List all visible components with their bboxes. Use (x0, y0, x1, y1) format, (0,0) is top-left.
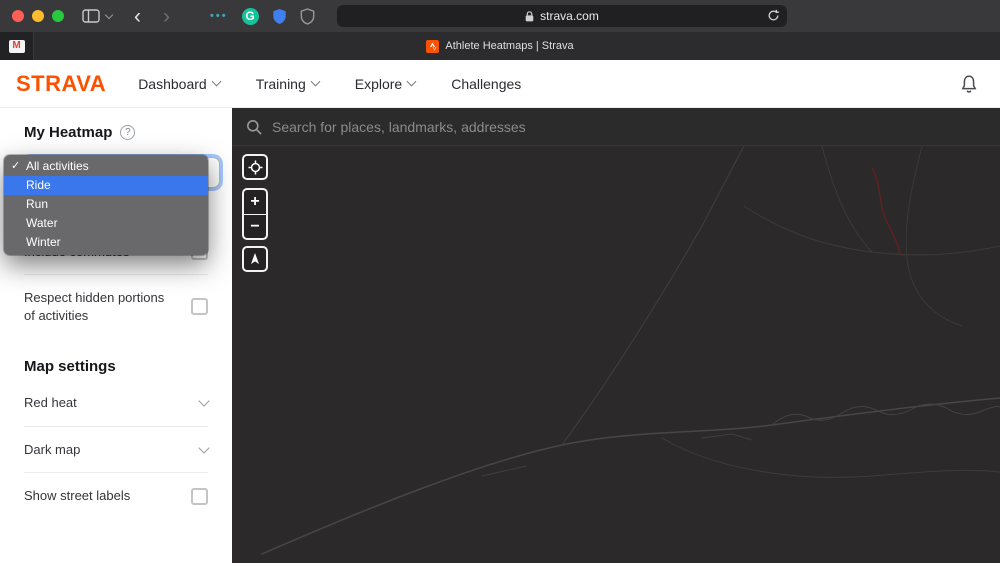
lock-icon (525, 11, 534, 22)
check-icon: ✓ (11, 157, 20, 176)
hidden-portions-checkbox[interactable] (191, 298, 208, 315)
dropdown-option-label: Water (26, 216, 58, 230)
strava-header: STRAVA Dashboard Training Explore Challe… (0, 60, 1000, 108)
map-region: + − (232, 108, 1000, 563)
notifications-bell-icon[interactable] (960, 74, 978, 94)
map-style-select[interactable]: Dark map (24, 427, 208, 474)
map-settings-title: Map settings (24, 358, 208, 376)
chevron-down-icon (211, 77, 221, 87)
active-tab[interactable]: Athlete Heatmaps | Strava (0, 32, 1000, 60)
pinned-tab-gmail[interactable]: M (0, 32, 34, 60)
map-style-value: Dark map (24, 441, 80, 459)
back-button[interactable]: ‹ (134, 6, 141, 27)
dropdown-option-water[interactable]: Water (4, 214, 208, 233)
browser-toolbar: ‹ › ••• G strava.com (0, 0, 1000, 32)
dropdown-option-label: Run (26, 197, 48, 211)
dropdown-option-run[interactable]: Run (4, 195, 208, 214)
chevron-down-icon (198, 442, 209, 453)
close-window-button[interactable] (12, 10, 24, 22)
grammarly-extension-icon[interactable]: G (242, 8, 259, 25)
chevron-down-icon (198, 395, 209, 406)
map-roads (232, 146, 1000, 563)
nav-dashboard[interactable]: Dashboard (138, 76, 220, 92)
dropdown-option-label: All activities (26, 159, 89, 173)
dropdown-option-winter[interactable]: Winter (4, 233, 208, 252)
help-icon[interactable]: ? (120, 125, 135, 140)
window-controls (12, 10, 64, 22)
extensions-overflow-icon[interactable]: ••• (210, 10, 228, 22)
address-bar[interactable]: strava.com (337, 5, 787, 27)
main-nav: Dashboard Training Explore Challenges (138, 76, 521, 92)
option-label: Show street labels (24, 487, 130, 505)
heat-color-value: Red heat (24, 394, 77, 412)
street-labels-checkbox[interactable] (191, 488, 208, 505)
zoom-window-button[interactable] (52, 10, 64, 22)
sidebar-toggle-icon[interactable] (82, 9, 100, 23)
minimize-window-button[interactable] (32, 10, 44, 22)
dropdown-option-ride[interactable]: Ride (4, 176, 208, 195)
nav-training-label: Training (256, 76, 306, 92)
nav-challenges[interactable]: Challenges (451, 76, 521, 92)
dropdown-option-label: Ride (26, 178, 51, 192)
zoom-controls: + − (242, 188, 268, 240)
dropdown-option-all-activities[interactable]: ✓ All activities (4, 157, 208, 176)
nav-challenges-label: Challenges (451, 76, 521, 92)
compass-reset-button[interactable] (242, 246, 268, 272)
strava-logo[interactable]: STRAVA (16, 71, 106, 97)
activity-type-dropdown-menu: ✓ All activities Ride Run Water Winter (4, 155, 208, 255)
tab-overview-caret-icon[interactable] (105, 11, 113, 19)
blocker-shield-icon[interactable] (272, 8, 287, 25)
reload-icon[interactable] (767, 9, 780, 25)
heatmap-canvas[interactable]: + − (232, 146, 1000, 563)
option-row-street-labels: Show street labels (24, 473, 208, 519)
nav-training[interactable]: Training (256, 76, 319, 92)
page-content: My Heatmap ? ✓ All activities Ride Run W… (0, 108, 1000, 563)
heatmap-sidebar: My Heatmap ? ✓ All activities Ride Run W… (0, 108, 232, 563)
tab-strip: Athlete Heatmaps | Strava M (0, 32, 1000, 60)
screen: ‹ › ••• G strava.com Athlete Heatmaps | … (0, 0, 1000, 563)
heat-color-select[interactable]: Red heat (24, 380, 208, 427)
chevron-down-icon (407, 77, 417, 87)
strava-favicon (426, 40, 439, 53)
url-text: strava.com (540, 9, 599, 23)
chevron-down-icon (310, 77, 320, 87)
privacy-shield-icon[interactable] (300, 8, 315, 25)
tab-title: Athlete Heatmaps | Strava (445, 40, 573, 52)
forward-button[interactable]: › (163, 6, 170, 27)
zoom-out-button[interactable]: − (244, 214, 266, 238)
sidebar-title: My Heatmap (24, 124, 112, 141)
option-row-hidden-portions: Respect hidden portions of activities (24, 275, 208, 338)
nav-dashboard-label: Dashboard (138, 76, 207, 92)
search-icon (246, 119, 262, 135)
map-search-input[interactable] (272, 119, 986, 135)
zoom-in-button[interactable]: + (244, 190, 266, 214)
gmail-icon: M (9, 40, 25, 53)
locate-me-button[interactable] (242, 154, 268, 180)
nav-explore-label: Explore (355, 76, 402, 92)
nav-explore[interactable]: Explore (355, 76, 415, 92)
dropdown-option-label: Winter (26, 235, 61, 249)
map-search-bar (232, 108, 1000, 146)
option-label: Respect hidden portions of activities (24, 289, 174, 324)
